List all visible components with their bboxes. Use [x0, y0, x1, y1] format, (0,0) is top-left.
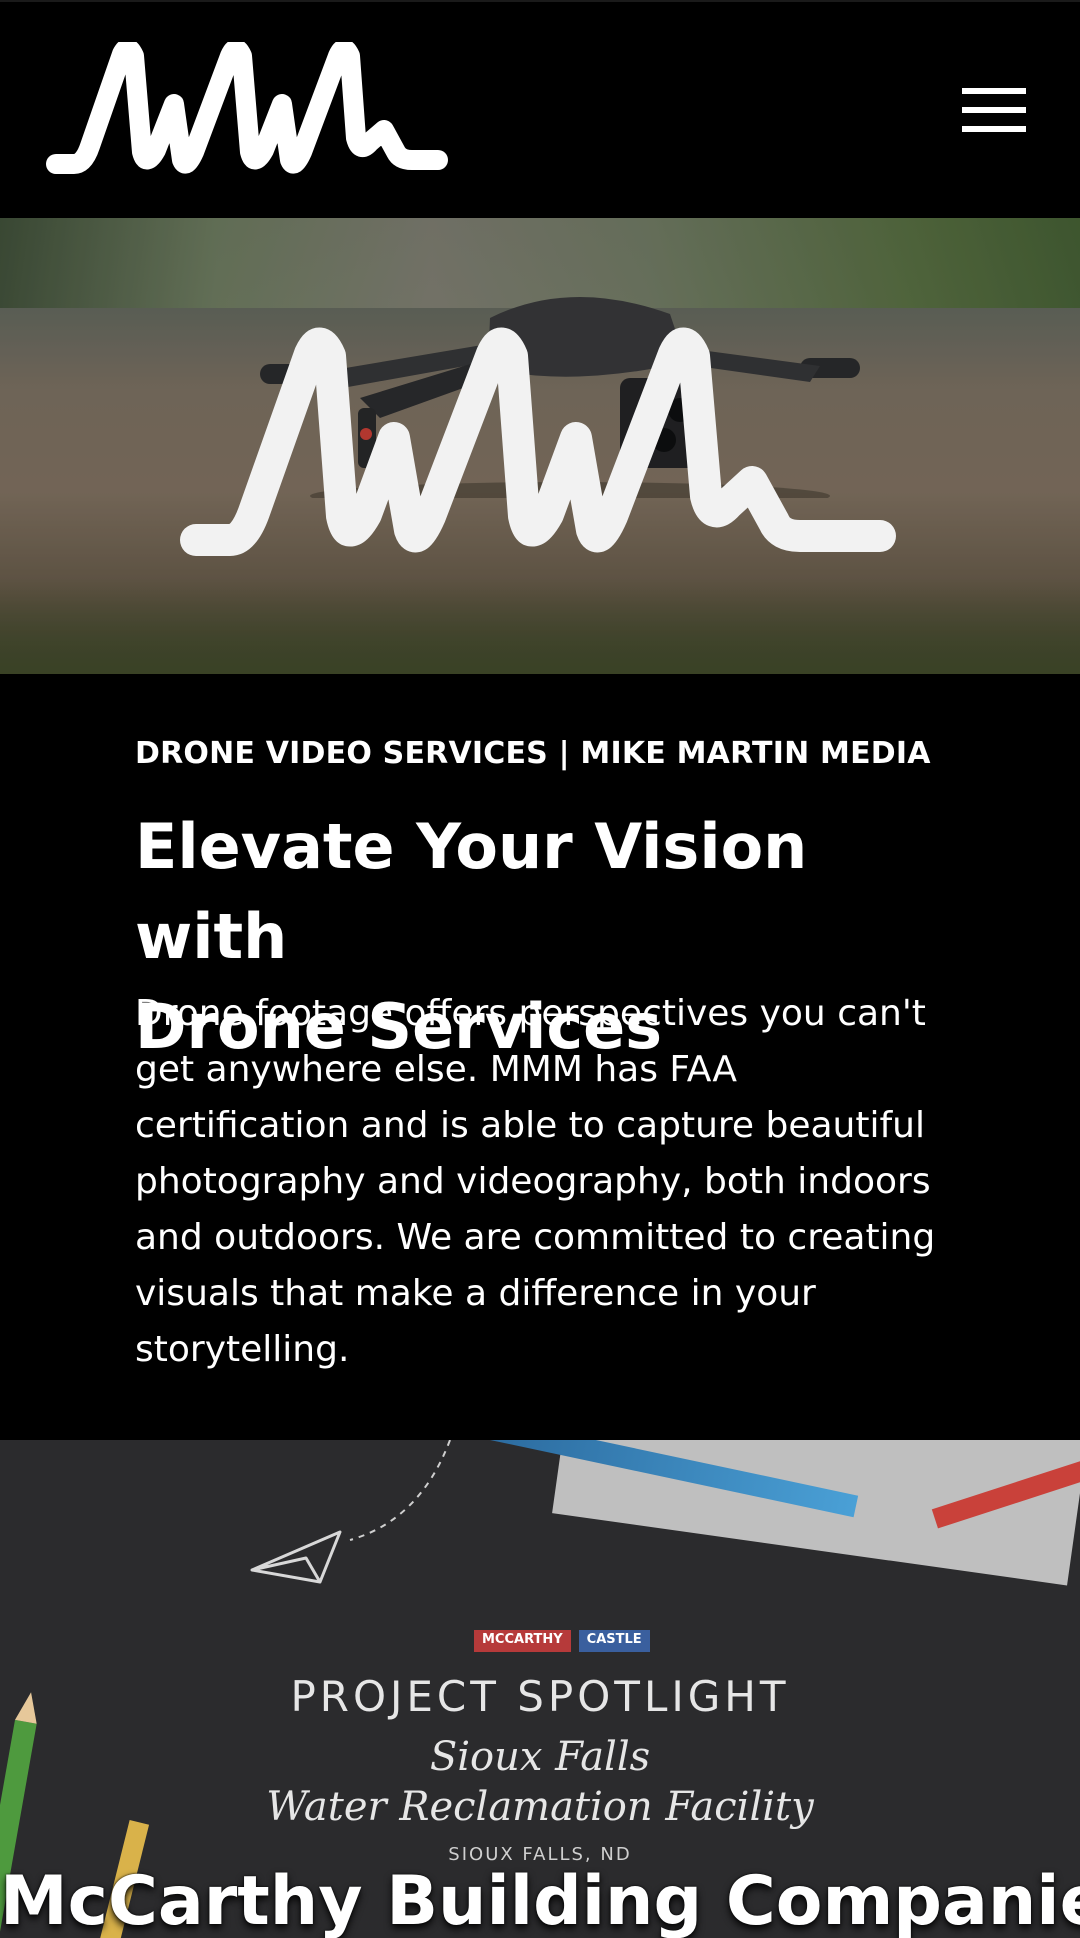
spotlight-client-name[interactable]: McCarthy Building Companies: [0, 1862, 1080, 1938]
intro-section: DRONE VIDEO SERVICES | MIKE MARTIN MEDIA…: [0, 674, 1080, 1440]
hero-mmm-logo: [180, 327, 896, 556]
castle-badge: CASTLE: [578, 1630, 650, 1652]
paper-plane-icon: [250, 1440, 451, 1584]
headline-line-1: Elevate Your Vision with: [135, 810, 808, 973]
spotlight-subtitle-1: Sioux Falls: [429, 1734, 651, 1780]
spotlight-title: PROJECT SPOTLIGHT: [290, 1672, 790, 1721]
partner-badges: MCCARTHY CASTLE: [474, 1630, 650, 1652]
site-header: [0, 0, 1080, 218]
section-eyebrow: DRONE VIDEO SERVICES | MIKE MARTIN MEDIA: [135, 736, 931, 771]
hamburger-icon: [962, 88, 1026, 94]
spotlight-subtitle-2: Water Reclamation Facility: [266, 1784, 814, 1830]
mmm-logo[interactable]: [44, 42, 450, 178]
hero-banner: [0, 218, 1080, 674]
intro-paragraph: Drone footage offers perspectives you ca…: [135, 993, 936, 1370]
hamburger-menu-button[interactable]: [960, 88, 1028, 132]
mccarthy-badge: MCCARTHY: [474, 1630, 571, 1652]
project-spotlight-card[interactable]: MCCARTHY CASTLE PROJECT SPOTLIGHT Sioux …: [0, 1440, 1080, 1938]
